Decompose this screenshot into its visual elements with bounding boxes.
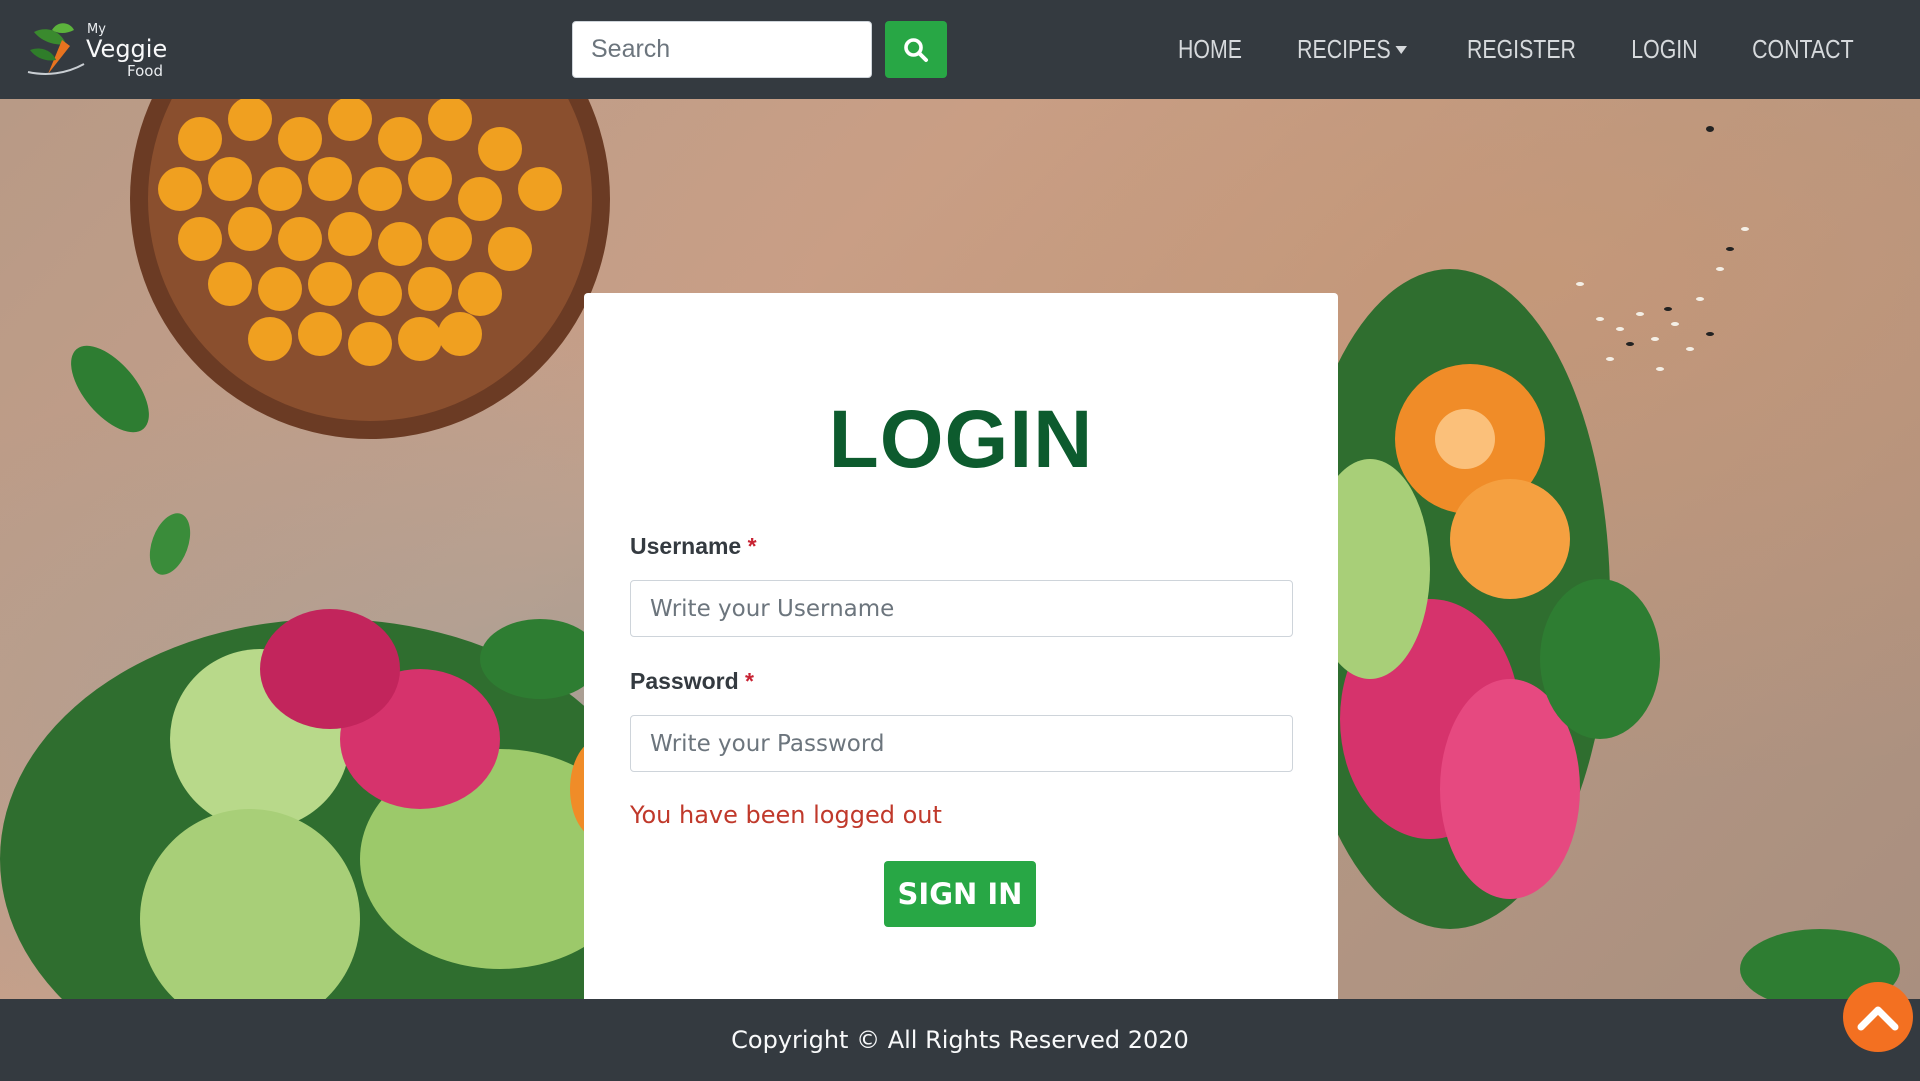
brand-text-food: Food (127, 62, 163, 80)
nav-register-label: REGISTER (1467, 34, 1577, 64)
username-label-text: Username (630, 533, 742, 559)
required-mark: * (745, 668, 754, 694)
login-title: LOGIN (828, 394, 1094, 485)
nav-home[interactable]: HOME (1178, 34, 1242, 65)
veggie-logo-icon (27, 23, 85, 75)
password-field[interactable] (630, 715, 1293, 772)
search-button[interactable] (885, 21, 947, 78)
password-label: Password * (630, 668, 754, 695)
navbar: My Veggie Food HOME RECIPES REGISTER LOG… (0, 0, 1920, 99)
chevron-up-icon (1857, 1006, 1899, 1031)
required-mark: * (747, 533, 757, 559)
search-icon (904, 37, 928, 62)
nav-recipes-dropdown[interactable]: RECIPES (1297, 34, 1408, 65)
main-nav: HOME RECIPES REGISTER LOGIN CONTACT (1135, 0, 1865, 99)
nav-login-label: LOGIN (1631, 34, 1698, 64)
nav-recipes-label: RECIPES (1297, 34, 1391, 64)
search-input[interactable] (572, 21, 872, 78)
scroll-to-top-button[interactable] (1843, 982, 1913, 1052)
nav-contact-label: CONTACT (1752, 34, 1854, 64)
nav-register[interactable]: REGISTER (1467, 34, 1576, 65)
logout-message: You have been logged out (630, 801, 942, 829)
nav-home-label: HOME (1178, 34, 1243, 64)
copyright-text: Copyright © All Rights Reserved 2020 (731, 1026, 1189, 1054)
nav-contact[interactable]: CONTACT (1752, 34, 1853, 65)
nav-login[interactable]: LOGIN (1632, 34, 1698, 65)
username-label: Username * (630, 533, 757, 560)
hero-background: LOGIN Username * Password * You have bee… (0, 99, 1920, 999)
footer: Copyright © All Rights Reserved 2020 (0, 999, 1920, 1081)
password-label-text: Password (630, 668, 739, 694)
brand-logo[interactable]: My Veggie Food (26, 18, 176, 82)
login-card: LOGIN Username * Password * You have bee… (584, 293, 1338, 999)
username-field[interactable] (630, 580, 1293, 637)
caret-down-icon (1395, 45, 1408, 54)
brand-text-veggie: Veggie (86, 35, 168, 63)
sign-in-button[interactable]: SIGN IN (884, 861, 1036, 927)
